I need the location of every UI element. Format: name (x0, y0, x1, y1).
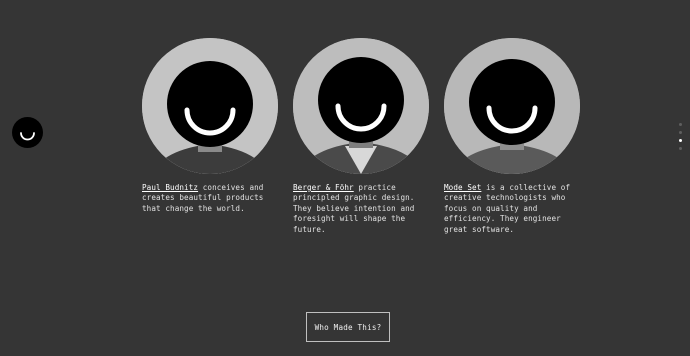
page-dots-nav (678, 123, 684, 155)
portrait-mode-set (444, 38, 580, 174)
portrait-berger-fohr (293, 38, 429, 174)
credit-link[interactable]: Paul Budnitz (142, 183, 198, 192)
page-dot[interactable] (679, 123, 682, 126)
bio-text: Mode Set is a collective of creative tec… (444, 183, 580, 235)
page-dot[interactable] (679, 131, 682, 134)
credit-paul-budnitz: Paul Budnitz conceives and creates beaut… (142, 38, 282, 214)
smile-icon (20, 132, 35, 141)
page-dot[interactable] (679, 147, 682, 150)
who-made-this-button[interactable]: Who Made This? (306, 312, 390, 342)
credit-berger-fohr: Berger & Föhr practice principled graphi… (293, 38, 433, 235)
who-made-this-label: Who Made This? (314, 322, 382, 332)
bio-text: Paul Budnitz conceives and creates beaut… (142, 183, 278, 214)
page-dot-active[interactable] (679, 139, 682, 142)
credit-link[interactable]: Berger & Föhr (293, 183, 354, 192)
portrait-paul-budnitz (142, 38, 278, 174)
page: Paul Budnitz conceives and creates beaut… (0, 0, 690, 356)
ello-logo-button[interactable] (12, 117, 43, 148)
credit-link[interactable]: Mode Set (444, 183, 481, 192)
credit-mode-set: Mode Set is a collective of creative tec… (444, 38, 584, 235)
bio-text: Berger & Föhr practice principled graphi… (293, 183, 429, 235)
credits-section: Paul Budnitz conceives and creates beaut… (142, 38, 580, 238)
